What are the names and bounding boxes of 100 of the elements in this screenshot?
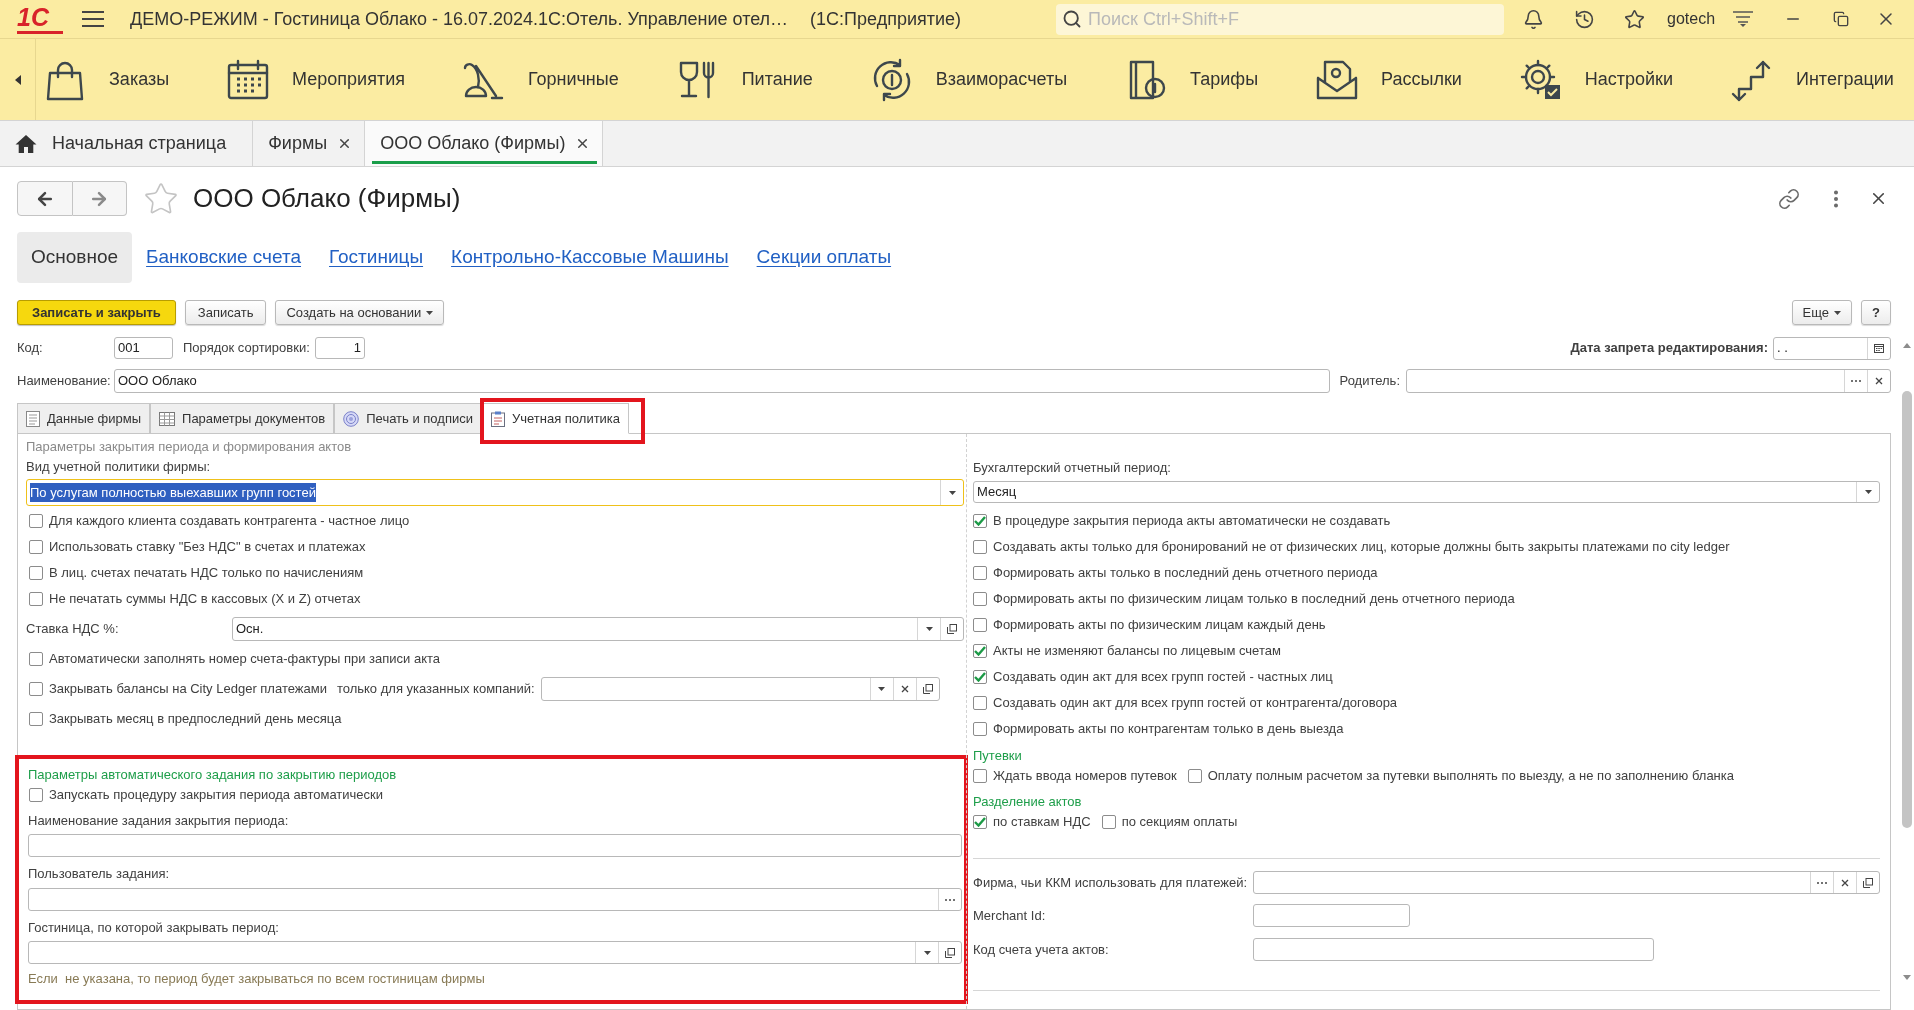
checkbox[interactable] [29,712,43,726]
checkbox[interactable] [1187,769,1202,783]
field-label: Вид учетной политики фирмы: [26,458,212,476]
input-field[interactable]: 1 [315,337,365,359]
open-window-icon [1863,877,1873,888]
section-button[interactable]: Взаиморасчеты [869,57,1068,102]
checkmark-icon [974,516,986,526]
input-field[interactable]: 001 [114,337,173,359]
section-tab[interactable]: Гостиницы [315,232,438,283]
input-field[interactable] [1253,938,1654,961]
checkbox-label: Акты не изменяют балансы по лицевым счетам [993,642,1281,661]
checkbox[interactable] [973,696,987,710]
checkbox[interactable] [973,815,987,829]
menu-button[interactable]: Еще [1791,300,1852,325]
menu-button[interactable]: Создать на основании [275,300,445,325]
section-button[interactable]: Заказы [43,57,170,102]
link-icon[interactable] [1778,187,1800,210]
section-tab[interactable]: Банковские счета [132,232,315,283]
lines-menu-icon[interactable] [1733,11,1754,27]
section-tab[interactable]: Секции оплаты [742,232,906,283]
input-field[interactable]: Осн. [232,617,964,641]
checkbox[interactable] [29,514,43,528]
scrollbar-thumb[interactable] [1902,391,1912,828]
caret-down-icon [426,310,434,315]
page-tab[interactable]: ООО Облако (Фирмы) [365,121,604,166]
search-field[interactable]: Поиск Ctrl+Shift+F [1056,3,1504,35]
clipboard-icon [490,410,505,427]
input-field[interactable]: По услугам полностью выехавших групп гостей [26,479,964,506]
search-icon [1062,8,1082,29]
checkbox-label: Не печатать суммы НДС в кассовых (X и Z) отчетах [49,590,361,609]
input-field[interactable] [540,677,940,701]
save-close-button[interactable]: Записать и закрыть [17,300,176,325]
checkbox-label: Формировать акты по физическим лицам только в последний день отчетного периода [993,590,1515,609]
field-label: Фирма, чьи ККМ использовать для платежей: [973,873,1249,892]
checkbox[interactable] [973,514,987,528]
bell-icon[interactable] [1523,8,1544,30]
chevron-left-icon[interactable] [14,74,21,85]
section-button[interactable]: Рассылки [1315,57,1462,102]
star-icon[interactable] [1624,8,1645,30]
input-field[interactable] [28,834,962,857]
checkbox[interactable] [973,592,987,606]
checkbox[interactable] [29,540,43,554]
section-button[interactable]: Интеграции [1730,57,1894,102]
field-label: Наименование: [17,372,112,391]
input-field[interactable] [1253,871,1880,894]
history-icon[interactable] [1574,8,1595,30]
section-button[interactable]: Настройки [1518,57,1674,102]
checkbox[interactable] [29,652,43,666]
checkbox-label: Создавать акты только для бронирований не от физических лиц, которые должны быть закрыты платежами по city ledger [993,538,1730,557]
input-field[interactable] [28,941,962,964]
back-button[interactable] [17,181,73,216]
checkbox[interactable] [29,682,43,696]
checkbox-label: Формировать акты по физическим лицам каждый день [993,616,1326,635]
tab[interactable]: Параметры документов [150,403,335,434]
checkbox[interactable] [1101,815,1116,829]
checkbox[interactable] [973,540,987,554]
app-logo: 1С [17,4,63,34]
section-button[interactable]: Горничные [461,57,619,102]
checkbox[interactable] [973,644,987,658]
seal-icon [343,410,360,427]
scroll-up-icon[interactable] [1903,343,1911,348]
table-icon [159,411,176,426]
page-tab[interactable]: Начальная страница [0,121,254,166]
tab[interactable]: Данные фирмы [17,403,151,434]
save-button[interactable]: Записать [184,300,267,325]
input-field[interactable] [1253,904,1410,927]
field-label: Порядок сортировки: [183,339,311,358]
checkmark-icon [974,672,986,682]
input-field[interactable]: ООО Облако [114,369,1330,393]
section-tab[interactable]: Основное [17,232,133,283]
tab[interactable]: Печать и подписи [334,403,482,434]
scroll-down-icon[interactable] [1903,975,1911,980]
checkbox[interactable] [973,769,987,783]
checkbox[interactable] [29,566,43,580]
field-label: Пользователь задания: [28,865,171,883]
checkbox[interactable] [29,592,43,606]
input-field[interactable]: Месяц [973,481,1880,503]
section-tab[interactable]: Контрольно-Кассовые Машины [437,232,743,283]
open-window-icon [947,624,957,634]
checkbox-label: Запускать процедуру закрытия периода автоматически [49,786,383,805]
help-button[interactable]: ? [1861,300,1891,325]
checkbox[interactable] [973,670,987,684]
user-name[interactable]: gotech [1667,7,1716,31]
input-field[interactable]: . . [1773,336,1891,360]
input-field[interactable] [1406,369,1891,393]
restore-icon[interactable] [1833,11,1850,27]
section-button[interactable]: Мероприятия [226,57,405,102]
checkbox[interactable] [29,788,43,802]
checkbox-label: Для каждого клиента создавать контрагента - частное лицо [49,512,410,531]
section-button[interactable]: Питание [675,57,813,102]
menu-icon[interactable] [82,11,104,27]
checkmark-icon [974,646,986,656]
checkbox-label: Формировать акты по контрагентам только в день выезда [993,720,1344,739]
checkbox[interactable] [973,618,987,632]
section-button[interactable]: Тарифы [1124,57,1259,102]
checkbox[interactable] [973,566,987,580]
checkbox[interactable] [973,722,987,736]
checkbox-label: Формировать акты только в последний день отчетного периода [993,564,1378,583]
input-field[interactable] [28,888,962,911]
app-name: (1С:Предприятие) [810,7,962,31]
